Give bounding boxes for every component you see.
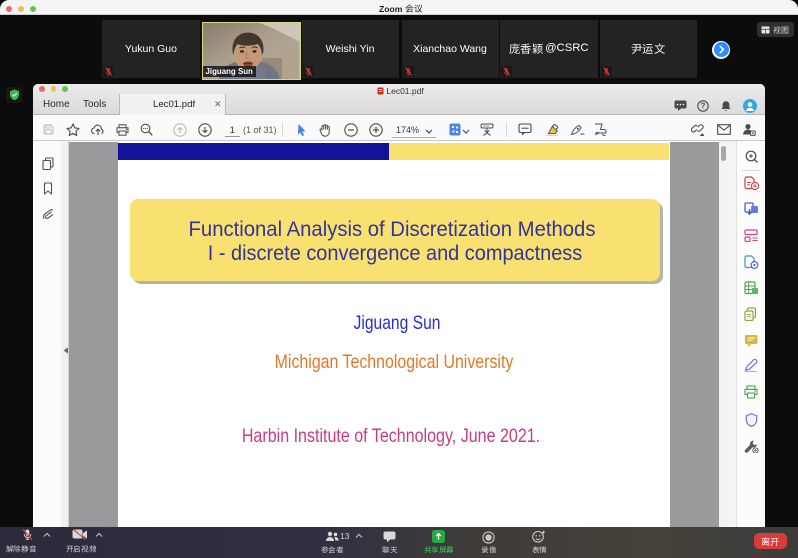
- svg-text:?: ?: [701, 102, 706, 111]
